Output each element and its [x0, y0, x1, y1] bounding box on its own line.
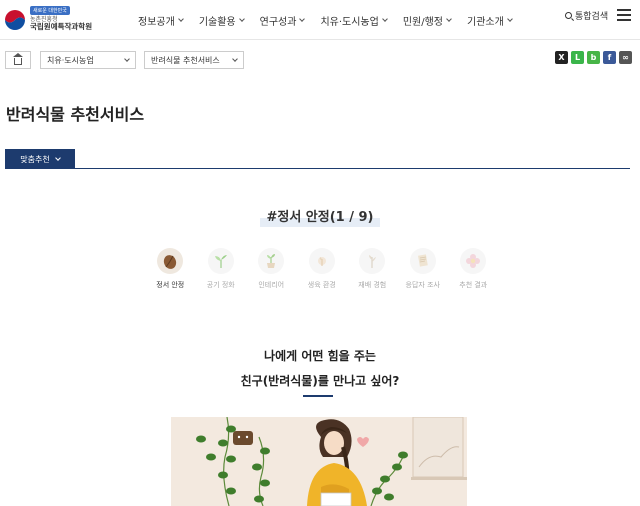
tab-custom-recommendation[interactable]: 맞춤추천 [5, 149, 75, 169]
chevron-down-icon [506, 15, 513, 22]
nav-label: 연구성과 [259, 16, 297, 28]
select-value: 치유·도시농업 [47, 55, 94, 65]
government-emblem-icon [4, 9, 26, 31]
question-line-1: 나에게 어떤 힘을 주는 [264, 349, 376, 363]
line-icon[interactable]: L [571, 51, 584, 64]
nav-item-info-disclosure[interactable]: 정보공개 [130, 0, 191, 40]
x-icon[interactable]: X [555, 51, 568, 64]
chevron-down-icon [124, 55, 130, 62]
tab-label: 맞춤추천 [20, 154, 50, 164]
chevron-down-icon [238, 15, 245, 22]
step-label: 재배 경험 [358, 281, 387, 289]
select-value: 반려식물 추천서비스 [151, 55, 220, 65]
nav-item-tech[interactable]: 기술활용 [191, 0, 252, 40]
breadcrumb-select-category[interactable]: 치유·도시농업 [40, 51, 136, 69]
page-title: 반려식물 추천서비스 [6, 105, 145, 124]
step-emotional-stability[interactable]: 정서 안정 [145, 248, 196, 290]
total-search-button[interactable]: 통합검색 [565, 9, 608, 22]
step-indicator: 정서 안정 공기 정화 인테리어 생육 환경 재배 경험 응답자 조사 추천 결… [145, 248, 499, 290]
nav-item-research[interactable]: 연구성과 [252, 0, 313, 40]
step-label: 정서 안정 [156, 281, 185, 289]
link-icon[interactable]: ∞ [619, 51, 632, 64]
chevron-down-icon [232, 55, 238, 62]
search-label: 통합검색 [575, 12, 609, 22]
question-underline [303, 395, 333, 397]
illustration-person-with-plants [171, 417, 467, 506]
question-line-2: 친구(반려식물)를 만나고 싶어? [240, 374, 400, 388]
main-nav: 정보공개 기술활용 연구성과 치유·도시농업 민원/행정 기관소개 [130, 0, 520, 40]
growing-plant-icon [308, 248, 335, 274]
nav-label: 기관소개 [467, 16, 504, 28]
home-button[interactable] [5, 51, 31, 69]
home-icon [13, 53, 23, 65]
breadcrumb-select-page[interactable]: 반려식물 추천서비스 [144, 51, 244, 69]
search-icon [565, 12, 572, 19]
chevron-down-icon [177, 15, 184, 22]
band-icon[interactable]: b [587, 51, 600, 64]
step-cultivation-experience[interactable]: 재배 경험 [347, 248, 398, 290]
potted-plant-icon [258, 248, 285, 274]
sprout-icon [207, 248, 234, 274]
question-title: #정서 안정(1 / 9) [260, 204, 380, 227]
seedling-icon [359, 248, 386, 274]
survey-icon [409, 248, 436, 274]
nav-label: 민원/행정 [402, 16, 443, 28]
step-label: 공기 정화 [206, 281, 235, 289]
tab-divider [5, 168, 630, 169]
step-growth-environment[interactable]: 생육 환경 [297, 248, 348, 290]
site-header: 새로운 대한민국 농촌진흥청 국립원예특작과학원 정보공개 기술활용 연구성과 … [0, 0, 640, 40]
flower-icon [460, 248, 487, 274]
facebook-icon[interactable]: f [603, 51, 616, 64]
chevron-down-icon [381, 15, 388, 22]
nav-label: 치유·도시농업 [320, 16, 379, 28]
chevron-down-icon [446, 15, 452, 22]
nav-item-healing-urban-agriculture[interactable]: 치유·도시농업 [312, 0, 394, 40]
step-interior[interactable]: 인테리어 [246, 248, 297, 290]
breadcrumb: 치유·도시농업 반려식물 추천서비스 [5, 51, 244, 69]
nav-item-civil-admin[interactable]: 민원/행정 [395, 0, 459, 40]
chevron-down-icon [54, 154, 61, 161]
share-buttons: X L b f ∞ [552, 51, 632, 64]
brown-leaf-icon [157, 248, 184, 274]
step-label: 응답자 조사 [405, 281, 440, 289]
step-label: 생육 환경 [307, 281, 336, 289]
step-recommendation-result[interactable]: 추천 결과 [448, 248, 499, 290]
nav-label: 기술활용 [198, 16, 236, 28]
menu-icon[interactable] [617, 9, 631, 21]
step-respondent-survey[interactable]: 응답자 조사 [398, 248, 449, 290]
chevron-down-icon [299, 15, 306, 22]
nav-item-about[interactable]: 기관소개 [459, 0, 520, 40]
site-logo[interactable]: 새로운 대한민국 농촌진흥청 국립원예특작과학원 [4, 5, 104, 33]
question-header: #정서 안정(1 / 9) [0, 204, 640, 227]
step-air-purification[interactable]: 공기 정화 [196, 248, 247, 290]
logo-institute: 국립원예특작과학원 [30, 22, 93, 31]
step-label: 추천 결과 [459, 281, 488, 289]
step-label: 인테리어 [258, 281, 285, 289]
nav-label: 정보공개 [138, 16, 175, 28]
